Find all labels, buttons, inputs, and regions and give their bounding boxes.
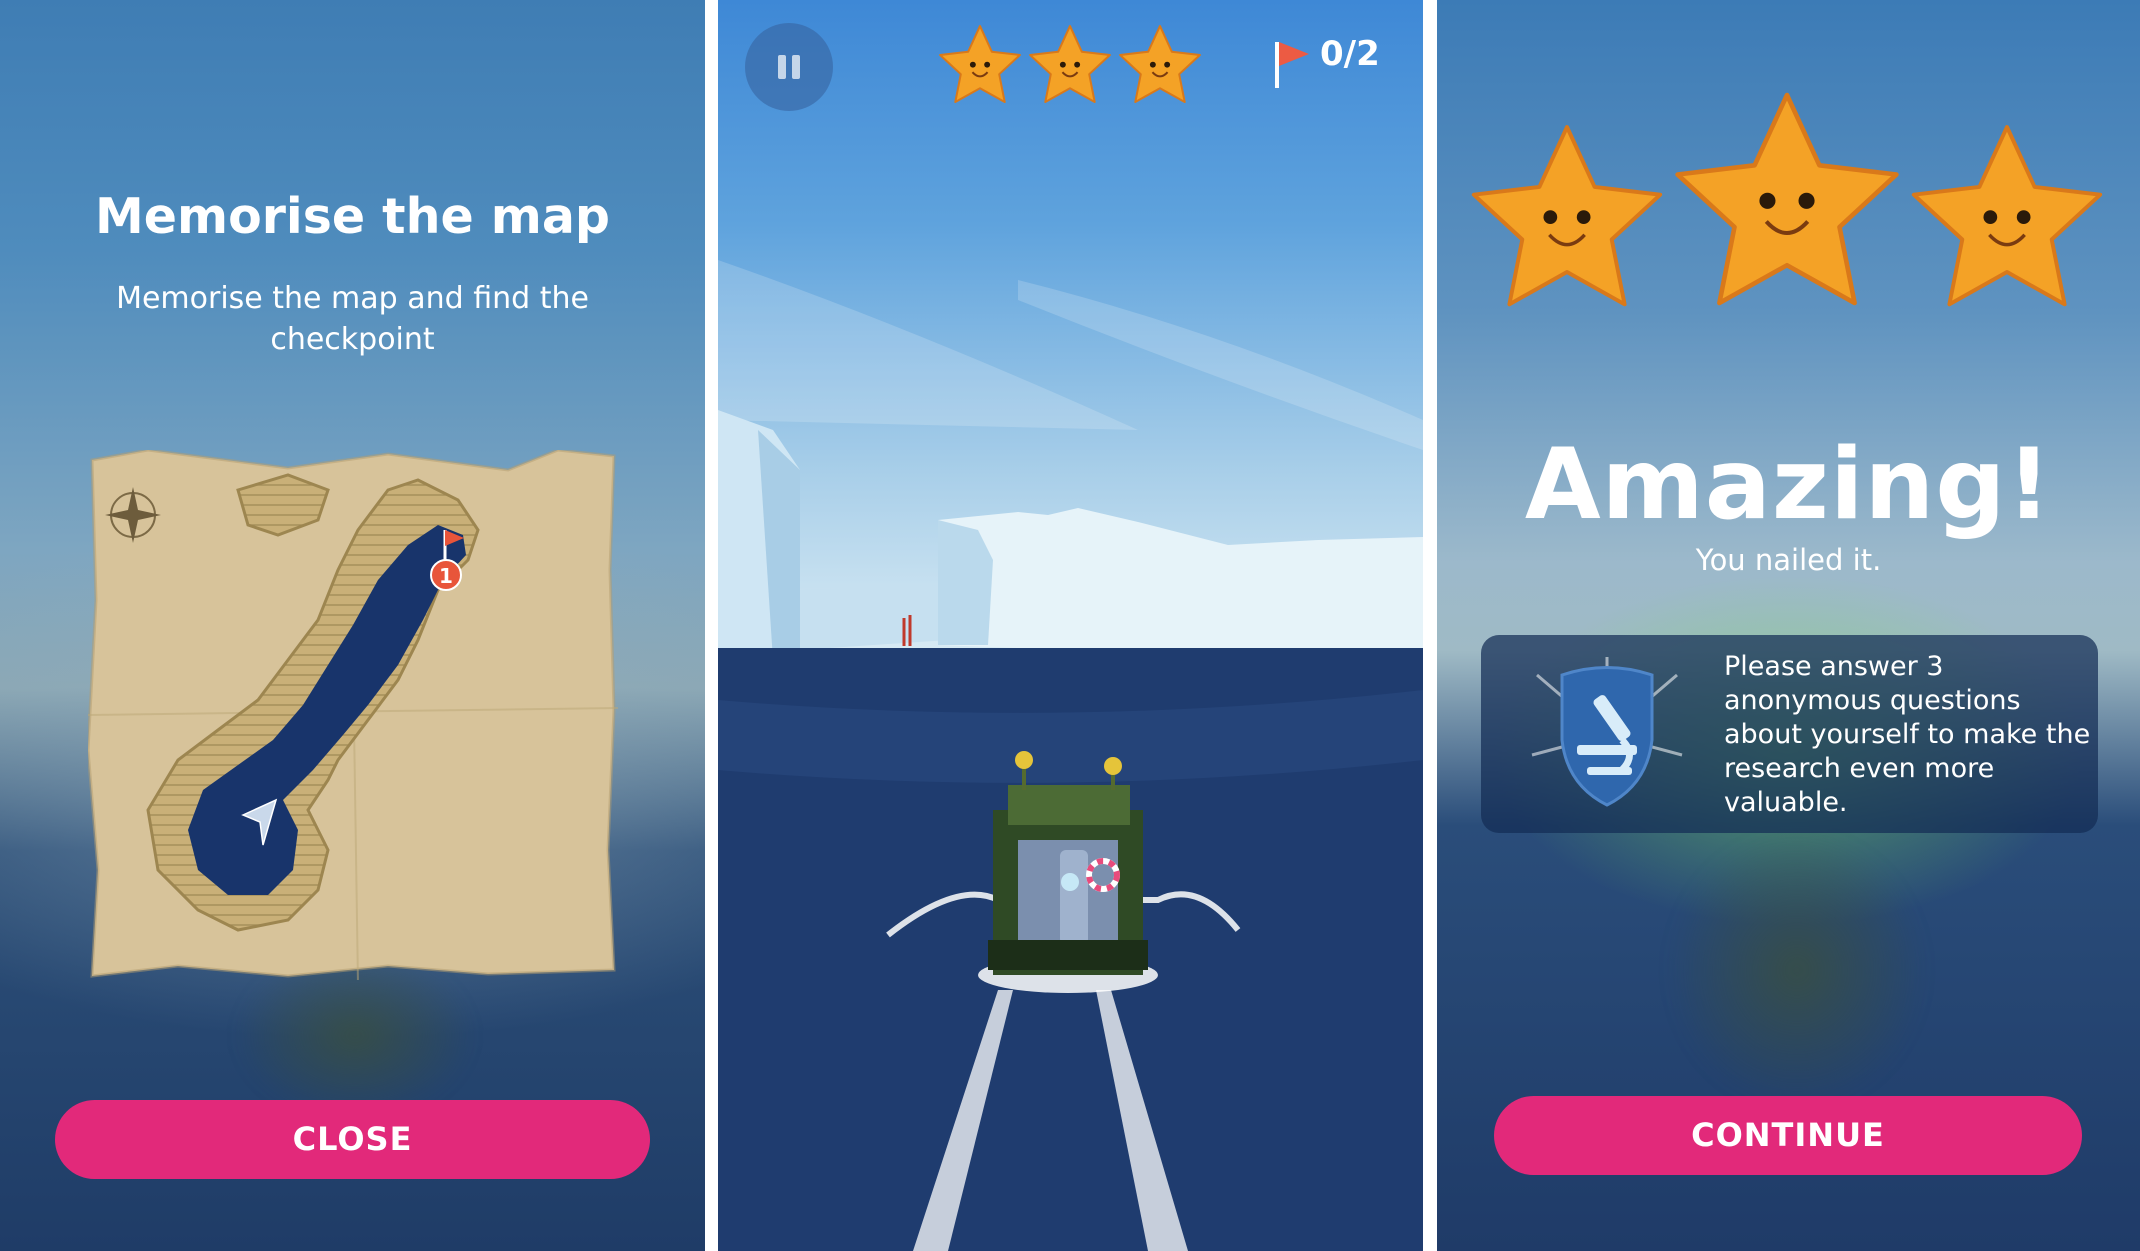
survey-text: Please answer 3 anonymous questions abou… xyxy=(1724,651,2091,818)
iceberg xyxy=(938,508,1423,652)
checkpoint-marker: 1 xyxy=(430,559,462,591)
instruction-text: Memorise the map and find the checkpoint xyxy=(116,281,589,357)
star-rating xyxy=(939,25,1201,103)
checkpoint-counter: 0/2 xyxy=(1320,34,1380,74)
starfish-icon xyxy=(1471,125,1663,307)
starfish-icon xyxy=(1029,25,1111,103)
result-headline: Amazing! xyxy=(1524,428,2053,542)
result-panel: Amazing! You nailed it. Please answer 3 … xyxy=(1437,0,2140,1251)
starfish-icon xyxy=(939,25,1021,103)
result-stars xyxy=(1471,92,2103,307)
continue-button[interactable]: CONTINUE xyxy=(1494,1096,2082,1175)
pause-button[interactable] xyxy=(745,23,833,111)
starfish-icon xyxy=(1119,25,1201,103)
gameplay-panel: 0/2 xyxy=(718,0,1423,1251)
pause-icon xyxy=(778,55,786,79)
starfish-icon xyxy=(1911,125,2103,307)
treasure-map: 1 xyxy=(88,450,618,980)
page-title: Memorise the map xyxy=(95,188,610,245)
microscope-badge xyxy=(1531,657,1683,807)
close-button[interactable]: CLOSE xyxy=(55,1100,650,1179)
memorise-map-panel: Memorise the map Memorise the map and fi… xyxy=(0,0,705,1251)
game-scene xyxy=(718,260,1423,1251)
result-tagline: You nailed it. xyxy=(1695,543,1882,577)
blurred-boat xyxy=(1667,830,1927,1110)
flag-icon xyxy=(1275,42,1309,88)
starfish-icon xyxy=(1675,92,1899,306)
checkpoint-number: 1 xyxy=(439,564,453,588)
